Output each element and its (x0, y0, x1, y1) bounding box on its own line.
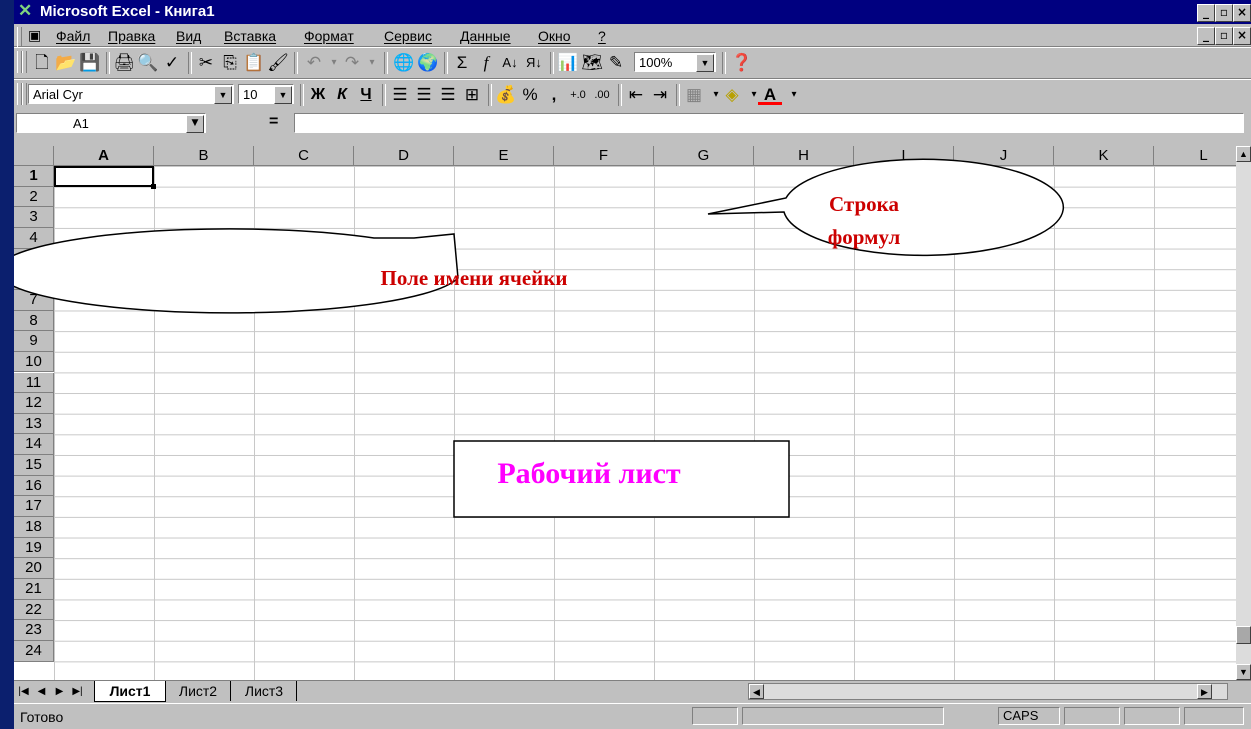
name-box-callout: Поле имени ячейки (380, 266, 568, 290)
excel-window: ✕ Microsoft Excel - Книга1 _ ▫ × ▣ Файл … (14, 0, 1251, 729)
worksheet-callout: Рабочий лист (497, 457, 681, 490)
formula-bar-callout: Строка формул (827, 192, 901, 249)
callouts-layer (14, 158, 1065, 518)
